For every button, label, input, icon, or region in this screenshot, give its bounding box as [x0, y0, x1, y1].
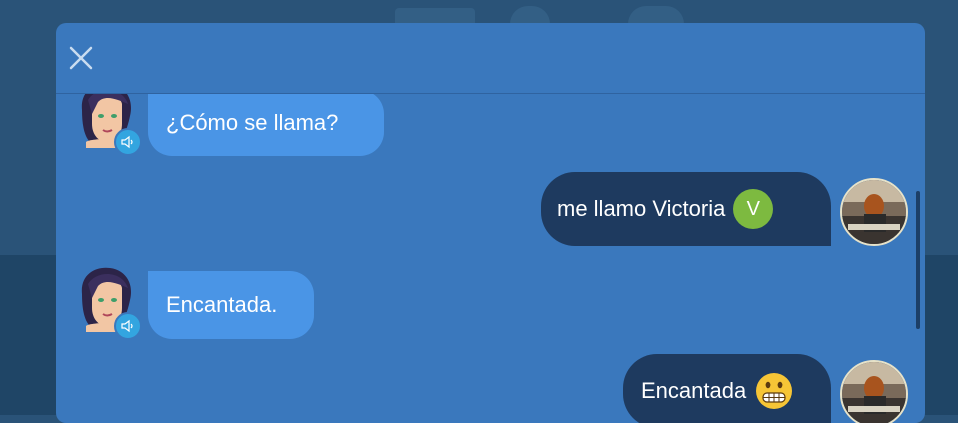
grimacing-face-emoji-icon [754, 371, 794, 411]
message-text: ¿Cómo se llama? [166, 110, 339, 135]
chat-messages[interactable]: ¿Cómo se llama? me llamo Victoria V Enca… [56, 94, 925, 423]
user-initial-badge: V [733, 189, 774, 229]
close-icon[interactable] [66, 43, 96, 73]
user-message-bubble: Encantada [623, 354, 831, 423]
message-text: me llamo Victoria [557, 196, 726, 221]
tutor-message-bubble: ¿Cómo se llama? [148, 94, 384, 156]
user-avatar[interactable] [840, 360, 908, 423]
background-shape [395, 8, 475, 24]
background-shape [510, 6, 550, 24]
message-text: Encantada. [166, 292, 278, 317]
user-avatar[interactable] [840, 178, 908, 246]
chat-scrollbar[interactable] [916, 191, 920, 329]
speaker-icon[interactable] [114, 312, 142, 340]
background-shape [628, 6, 684, 24]
message-text: Encantada [641, 378, 747, 403]
chat-dialog: ¿Cómo se llama? me llamo Victoria V Enca… [56, 23, 925, 423]
dialog-header [56, 23, 925, 93]
tutor-message-bubble: Encantada. [148, 271, 314, 339]
user-message-bubble: me llamo Victoria V [541, 172, 831, 246]
speaker-icon[interactable] [114, 128, 142, 156]
